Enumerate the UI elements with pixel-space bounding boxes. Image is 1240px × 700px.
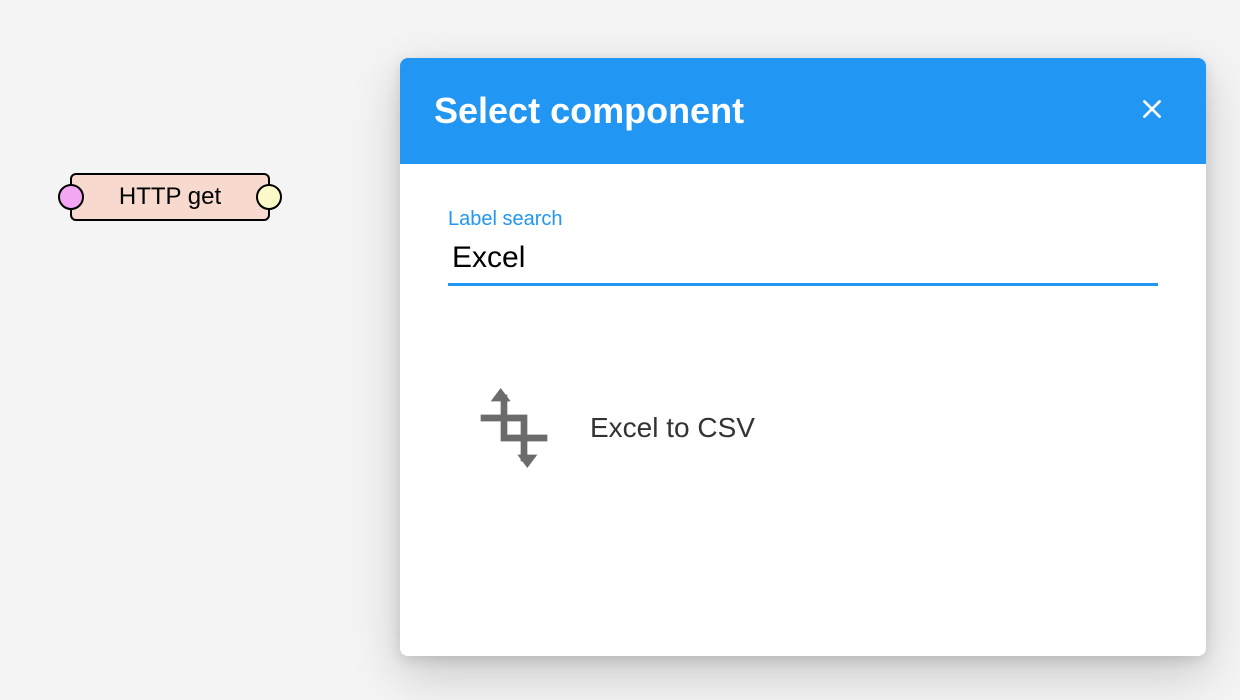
http-get-node[interactable]: HTTP get xyxy=(70,173,270,221)
dialog-body: Label search Excel to CSV xyxy=(400,164,1206,480)
select-component-dialog: Select component Label search xyxy=(400,58,1206,656)
node-input-port[interactable] xyxy=(58,184,84,210)
search-input[interactable] xyxy=(448,237,1158,286)
transform-icon xyxy=(474,388,554,468)
close-icon xyxy=(1139,96,1165,127)
search-field-label: Label search xyxy=(448,208,1158,231)
dialog-title: Select component xyxy=(434,90,744,132)
node-label: HTTP get xyxy=(119,183,221,211)
result-item-label: Excel to CSV xyxy=(590,412,755,444)
dialog-header: Select component xyxy=(400,58,1206,164)
result-item-excel-to-csv[interactable]: Excel to CSV xyxy=(448,376,1158,480)
node-output-port[interactable] xyxy=(256,184,282,210)
close-button[interactable] xyxy=(1132,91,1172,131)
results-list: Excel to CSV xyxy=(448,376,1158,480)
